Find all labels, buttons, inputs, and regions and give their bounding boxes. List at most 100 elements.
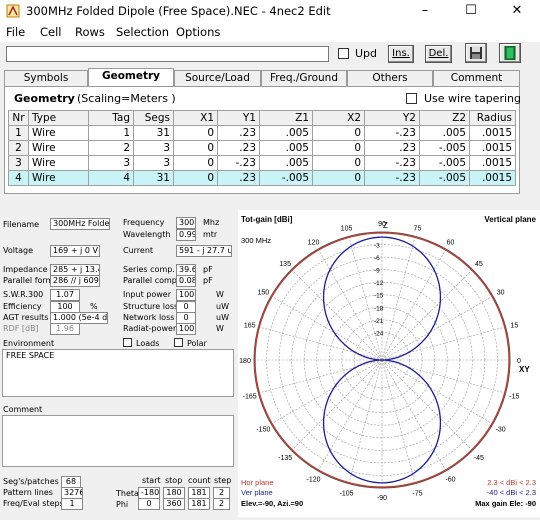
phi-count-field[interactable]: 181 bbox=[188, 498, 210, 510]
cell-x2[interactable]: 0 bbox=[312, 170, 365, 186]
loads-checkbox[interactable] bbox=[123, 338, 132, 347]
table-row-selected[interactable]: 4 Wire 4 31 0 .23 -.005 0 -.23 -.005 .00… bbox=[8, 170, 516, 186]
col-y1[interactable]: Y1 bbox=[217, 110, 260, 126]
cell-type[interactable]: Wire bbox=[28, 155, 89, 171]
col-nr[interactable]: Nr bbox=[8, 110, 29, 126]
col-type[interactable]: Type bbox=[28, 110, 89, 126]
col-x1[interactable]: X1 bbox=[173, 110, 218, 126]
cell-z2[interactable]: .005 bbox=[419, 125, 470, 141]
col-z2[interactable]: Z2 bbox=[419, 110, 470, 126]
cell-y1[interactable]: -.23 bbox=[217, 155, 260, 171]
phi-stop-field[interactable]: 360 bbox=[163, 498, 185, 510]
tab-symbols[interactable]: Symbols bbox=[4, 70, 88, 86]
tab-comment[interactable]: Comment bbox=[433, 70, 520, 86]
cell-nr[interactable]: 1 bbox=[8, 125, 29, 141]
cell-type[interactable]: Wire bbox=[28, 170, 89, 186]
tab-others[interactable]: Others bbox=[347, 70, 433, 86]
radiat-power-field: 100 bbox=[176, 323, 196, 335]
comment-textarea[interactable] bbox=[2, 415, 234, 467]
angle-label: -60 bbox=[445, 477, 455, 484]
cell-y2[interactable]: -.23 bbox=[364, 155, 420, 171]
table-row[interactable]: 1 Wire 1 31 0 .23 .005 0 -.23 .005 .0015 bbox=[8, 125, 516, 141]
cell-z1[interactable]: -.005 bbox=[259, 170, 313, 186]
menu-options[interactable]: Options bbox=[176, 25, 220, 39]
cell-tag[interactable]: 4 bbox=[88, 170, 134, 186]
menu-selection[interactable]: Selection bbox=[116, 25, 169, 39]
col-y2[interactable]: Y2 bbox=[364, 110, 420, 126]
menu-file[interactable]: File bbox=[6, 25, 25, 39]
cell-x1[interactable]: 0 bbox=[173, 170, 218, 186]
cell-radius[interactable]: .0015 bbox=[469, 170, 516, 186]
impedance-label: Impedance bbox=[3, 265, 48, 274]
hor-gain-range: 2.3 < dBi < 2.3 bbox=[487, 478, 536, 487]
menu-cell[interactable]: Cell bbox=[40, 25, 62, 39]
col-segs[interactable]: Segs bbox=[133, 110, 174, 126]
cell-z2[interactable]: -.005 bbox=[419, 140, 470, 156]
cell-x2[interactable]: 0 bbox=[312, 140, 365, 156]
wire-tapering-checkbox[interactable] bbox=[406, 93, 417, 104]
cell-nr[interactable]: 2 bbox=[8, 140, 29, 156]
cell-y2[interactable]: -.23 bbox=[364, 170, 420, 186]
table-row[interactable]: 3 Wire 3 3 0 -.23 .005 0 -.23 -.005 .001… bbox=[8, 155, 516, 171]
cell-segs[interactable]: 31 bbox=[133, 125, 174, 141]
cell-nr[interactable]: 4 bbox=[8, 170, 29, 186]
upd-checkbox[interactable] bbox=[338, 48, 349, 59]
cell-y1[interactable]: .23 bbox=[217, 125, 260, 141]
menu-rows[interactable]: Rows bbox=[75, 25, 105, 39]
cell-segs[interactable]: 3 bbox=[133, 155, 174, 171]
cell-x1[interactable]: 0 bbox=[173, 155, 218, 171]
col-tag[interactable]: Tag bbox=[88, 110, 134, 126]
sweep-count-header: count bbox=[188, 476, 211, 485]
cell-segs[interactable]: 3 bbox=[133, 140, 174, 156]
cell-type[interactable]: Wire bbox=[28, 125, 89, 141]
col-z1[interactable]: Z1 bbox=[259, 110, 313, 126]
cell-y1[interactable]: .23 bbox=[217, 170, 260, 186]
close-button[interactable]: ✕ bbox=[494, 0, 540, 22]
cell-type[interactable]: Wire bbox=[28, 140, 89, 156]
door-icon bbox=[504, 45, 516, 61]
cell-z2[interactable]: -.005 bbox=[419, 170, 470, 186]
cell-y2[interactable]: -.23 bbox=[364, 125, 420, 141]
table-row[interactable]: 2 Wire 2 3 0 .23 .005 0 .23 -.005 .0015 bbox=[8, 140, 516, 156]
cell-x2[interactable]: 0 bbox=[312, 155, 365, 171]
cell-z1[interactable]: .005 bbox=[259, 125, 313, 141]
tab-freq-ground[interactable]: Freq./Ground bbox=[261, 70, 347, 86]
col-radius[interactable]: Radius bbox=[469, 110, 516, 126]
cell-z1[interactable]: .005 bbox=[259, 140, 313, 156]
cell-x1[interactable]: 0 bbox=[173, 140, 218, 156]
environment-textarea[interactable]: FREE SPACE bbox=[2, 349, 234, 397]
cell-radius[interactable]: .0015 bbox=[469, 140, 516, 156]
cell-segs[interactable]: 31 bbox=[133, 170, 174, 186]
cell-z2[interactable]: -.005 bbox=[419, 155, 470, 171]
tab-source-load[interactable]: Source/Load bbox=[174, 70, 261, 86]
col-x2[interactable]: X2 bbox=[312, 110, 365, 126]
ring-label: -3 bbox=[374, 243, 380, 250]
phi-start-field[interactable]: 0 bbox=[138, 498, 160, 510]
polar-checkbox[interactable] bbox=[174, 338, 183, 347]
del-button[interactable]: Del. bbox=[425, 45, 452, 63]
app-icon bbox=[6, 4, 20, 18]
cell-x2[interactable]: 0 bbox=[312, 125, 365, 141]
phi-step-field[interactable]: 2 bbox=[213, 498, 230, 510]
maximize-button[interactable]: ☐ bbox=[448, 0, 494, 22]
cell-z1[interactable]: .005 bbox=[259, 155, 313, 171]
filename-field: 300MHz Folded bbox=[50, 218, 110, 230]
cell-tag[interactable]: 1 bbox=[88, 125, 134, 141]
grid-spoke bbox=[381, 359, 447, 472]
command-input[interactable] bbox=[6, 46, 329, 62]
cell-tag[interactable]: 2 bbox=[88, 140, 134, 156]
ins-button[interactable]: Ins. bbox=[388, 45, 414, 63]
save-button[interactable] bbox=[465, 43, 487, 63]
minimize-button[interactable]: – bbox=[402, 0, 448, 22]
cell-y2[interactable]: .23 bbox=[364, 140, 420, 156]
cell-x1[interactable]: 0 bbox=[173, 125, 218, 141]
angle-label: -90 bbox=[377, 495, 387, 502]
cell-nr[interactable]: 3 bbox=[8, 155, 29, 171]
tab-geometry[interactable]: Geometry bbox=[88, 68, 174, 87]
cell-tag[interactable]: 3 bbox=[88, 155, 134, 171]
cell-radius[interactable]: .0015 bbox=[469, 125, 516, 141]
frequency-label: Frequency bbox=[123, 218, 165, 227]
cell-y1[interactable]: .23 bbox=[217, 140, 260, 156]
cell-radius[interactable]: .0015 bbox=[469, 155, 516, 171]
exit-button[interactable] bbox=[499, 43, 521, 63]
